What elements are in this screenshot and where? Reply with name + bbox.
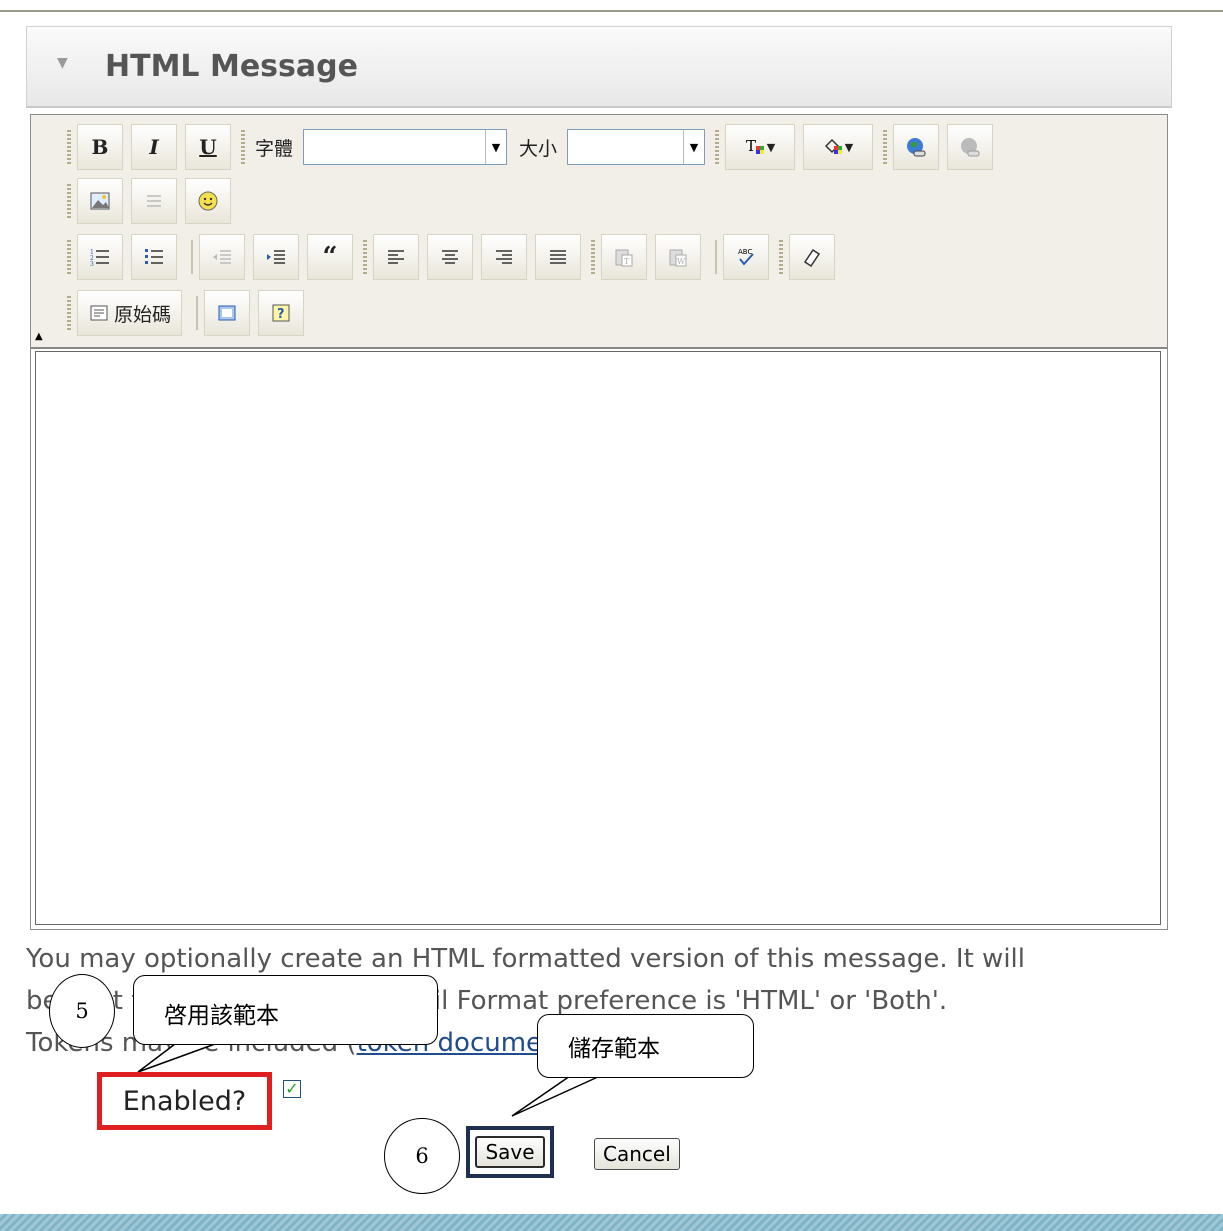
- callout-6-pointer: [511, 1075, 601, 1117]
- callout-6-number: 6: [384, 1118, 460, 1194]
- save-button-highlight: Save: [466, 1126, 554, 1178]
- cancel-button[interactable]: Cancel: [594, 1138, 680, 1170]
- footer-bar: [0, 1214, 1223, 1231]
- callout-6-bubble: 儲存範本: [537, 1014, 754, 1078]
- save-button[interactable]: Save: [475, 1136, 545, 1168]
- callout-5-pointer: [137, 1043, 216, 1073]
- callout-5-bubble: 啓用該範本: [133, 975, 438, 1045]
- callout-5-number: 5: [49, 974, 115, 1048]
- enabled-label-highlight: Enabled?: [97, 1072, 272, 1130]
- enabled-checkbox[interactable]: ✓: [283, 1080, 301, 1098]
- enabled-label: Enabled?: [122, 1085, 247, 1117]
